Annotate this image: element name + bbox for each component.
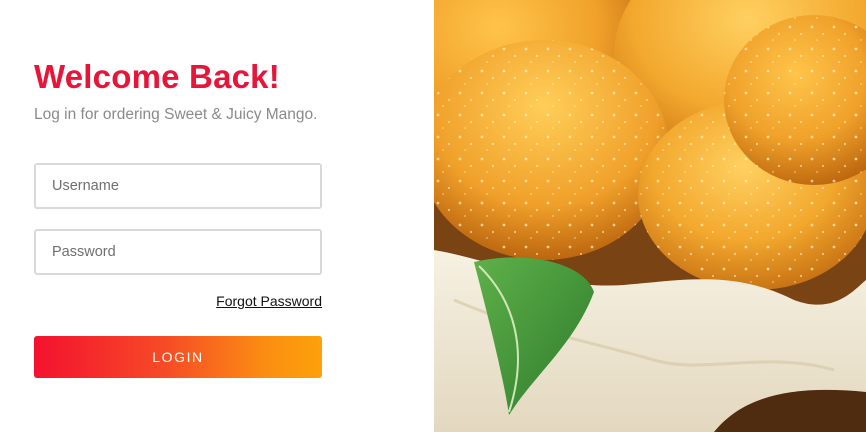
forgot-password-link[interactable]: Forgot Password [216,292,322,310]
page-title: Welcome Back! [34,58,280,95]
login-panel: Welcome Back! Log in for ordering Sweet … [0,0,434,432]
hero-image [434,0,866,432]
login-page: Welcome Back! Log in for ordering Sweet … [0,0,866,432]
username-input[interactable] [34,163,322,209]
password-input[interactable] [34,229,322,275]
login-button[interactable]: LOGIN [34,336,322,378]
mango-basket-photo [434,0,866,432]
page-subtitle: Log in for ordering Sweet & Juicy Mango. [34,106,318,123]
